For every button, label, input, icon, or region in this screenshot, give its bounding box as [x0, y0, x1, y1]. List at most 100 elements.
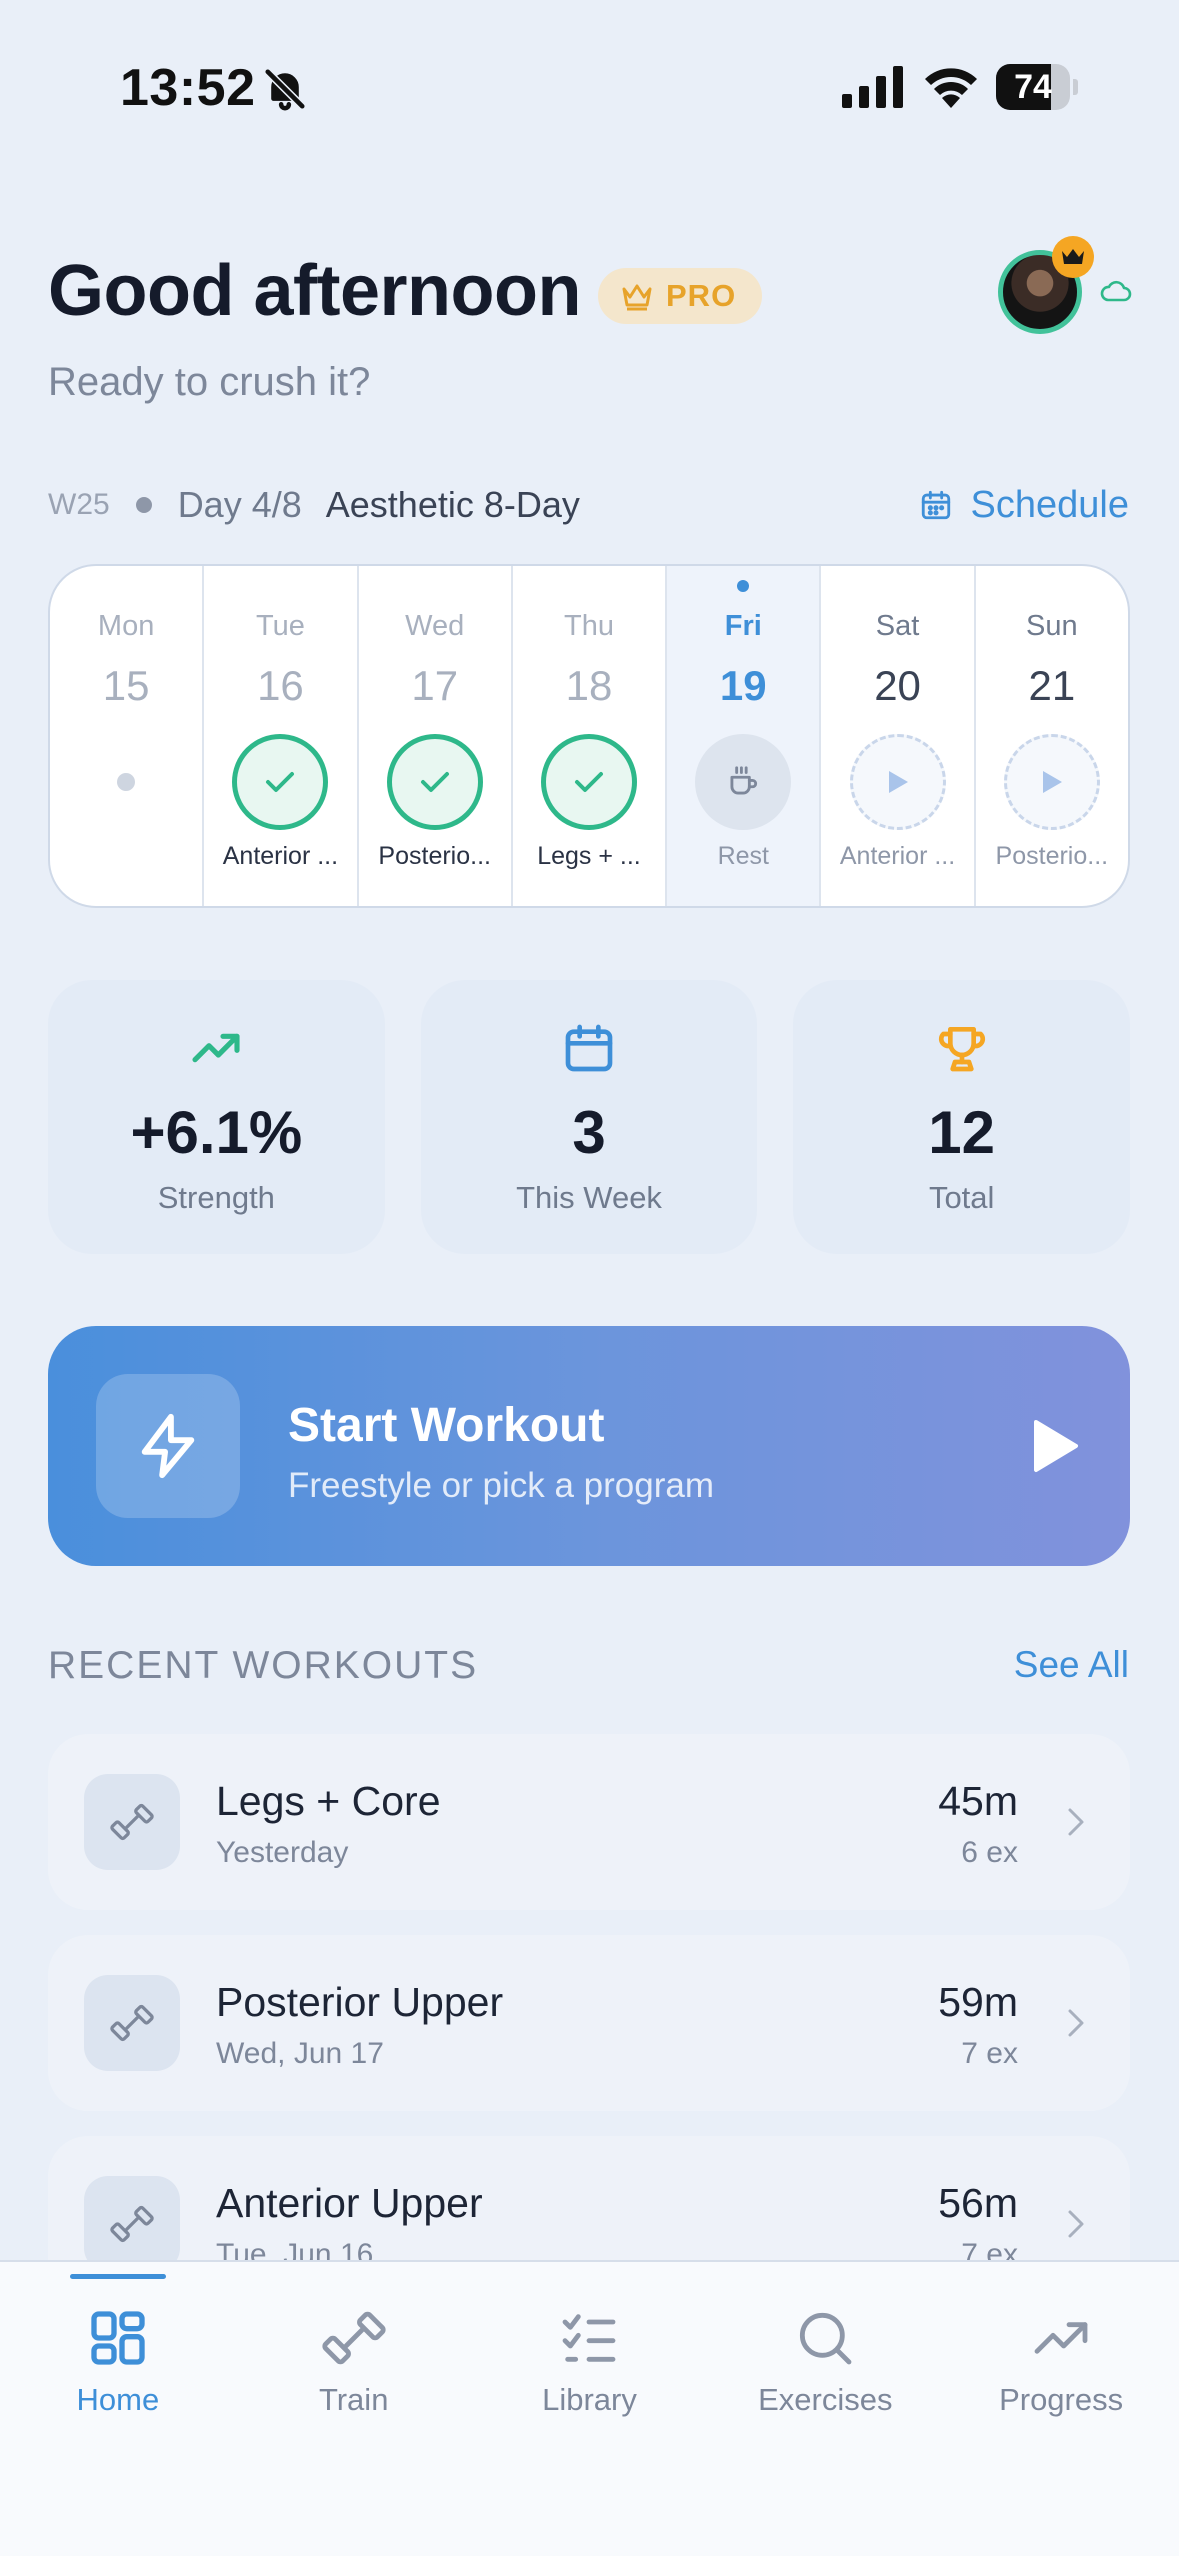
pro-badge[interactable]: PRO: [598, 268, 763, 324]
day-name: Mon: [97, 610, 155, 642]
stat-card-this-week[interactable]: 3 This Week: [420, 980, 758, 1254]
cellular-signal-icon: [842, 66, 903, 108]
chevron-right-icon: [1068, 1808, 1084, 1836]
day-date: 16: [257, 662, 304, 709]
greeting-subtitle: Ready to crush it?: [48, 360, 371, 404]
workout-duration: 45m: [938, 1778, 1018, 1824]
tab-progress[interactable]: Progress: [943, 2262, 1179, 2556]
cloud-sync-icon[interactable]: [1100, 278, 1132, 304]
play-icon: [1003, 734, 1100, 830]
recent-workouts-list: Legs + Core Yesterday 45m 6 ex Posterior…: [48, 1734, 1130, 2337]
week-label: W25: [48, 488, 110, 521]
list-item[interactable]: Posterior Upper Wed, Jun 17 59m 7 ex: [48, 1935, 1130, 2111]
bolt-icon: [96, 1374, 240, 1518]
day-workout-label: Legs + ...: [537, 842, 641, 870]
tab-bar: Home Train Library Exercises Progress: [0, 2260, 1179, 2556]
stat-label: This Week: [516, 1180, 662, 1215]
empty-day-dot: [117, 773, 136, 791]
stats-row: +6.1% Strength 3 This Week 12 Total: [48, 980, 1131, 1254]
checklist-icon: [563, 2314, 616, 2362]
workout-duration: 56m: [938, 2180, 1018, 2226]
day-name: Fri: [724, 610, 762, 642]
stat-label: Strength: [157, 1180, 275, 1215]
day-thu[interactable]: Thu 18 Legs + ...: [513, 566, 668, 906]
trending-up-icon: [192, 1033, 240, 1063]
day-workout-label: Anterior ...: [222, 842, 339, 870]
stat-card-total[interactable]: 12 Total: [793, 980, 1131, 1254]
tab-label: Home: [76, 2382, 160, 2417]
day-sun[interactable]: Sun 21 Posterio...: [976, 566, 1128, 906]
list-item[interactable]: Legs + Core Yesterday 45m 6 ex: [48, 1734, 1130, 1910]
stat-value: 3: [572, 1099, 606, 1166]
day-date: 20: [874, 662, 921, 709]
start-workout-button[interactable]: Start Workout Freestyle or pick a progra…: [48, 1326, 1130, 1566]
stat-card-strength[interactable]: +6.1% Strength: [48, 980, 385, 1254]
workout-name: Legs + Core: [216, 1778, 441, 1824]
completed-check-icon: [386, 734, 483, 830]
tab-label: Progress: [999, 2382, 1124, 2417]
workout-exercise-count: 6 ex: [961, 1836, 1018, 1869]
status-time: 13:52: [120, 59, 256, 117]
tab-train[interactable]: Train: [236, 2262, 472, 2556]
day-workout-label: Rest: [717, 842, 769, 870]
pro-badge-label: PRO: [666, 278, 737, 313]
completed-check-icon: [540, 734, 637, 830]
tab-label: Exercises: [758, 2382, 893, 2417]
day-mon[interactable]: Mon 15: [50, 566, 205, 906]
day-date: 19: [719, 662, 767, 709]
day-workout-label: Posterio...: [378, 842, 491, 870]
program-name: Aesthetic 8-Day: [325, 484, 580, 525]
greeting-title: Good afternoon: [48, 251, 581, 331]
home-grid-icon: [91, 2311, 145, 2365]
day-workout-label: Anterior ...: [839, 842, 956, 870]
tab-exercises[interactable]: Exercises: [707, 2262, 943, 2556]
day-date: 18: [565, 662, 613, 709]
recent-workouts-heading: RECENT WORKOUTS: [48, 1644, 479, 1687]
day-wed[interactable]: Wed 17 Posterio...: [359, 566, 513, 906]
workout-name: Posterior Upper: [216, 1979, 504, 2025]
day-workout-label: Posterio...: [995, 842, 1109, 870]
trophy-icon: [938, 1027, 985, 1072]
wifi-icon: [925, 68, 977, 108]
week-strip: Mon 15 Tue 16 Anterior ... Wed 17 Poster…: [48, 564, 1130, 908]
workout-date: Wed, Jun 17: [216, 2037, 384, 2070]
stat-value: 12: [928, 1099, 996, 1166]
start-workout-title: Start Workout: [288, 1399, 605, 1452]
day-date: 17: [411, 662, 459, 709]
workout-date: Yesterday: [216, 1836, 349, 1869]
workout-exercise-count: 7 ex: [961, 2037, 1018, 2070]
stat-value: +6.1%: [130, 1099, 303, 1166]
day-name: Wed: [405, 610, 465, 642]
completed-check-icon: [232, 734, 329, 830]
workout-duration: 59m: [938, 1979, 1018, 2025]
day-name: Sat: [875, 610, 920, 642]
schedule-button[interactable]: Schedule: [919, 478, 1129, 532]
bell-off-icon: [263, 67, 307, 111]
today-indicator: [737, 580, 750, 592]
day-name: Tue: [255, 610, 305, 642]
dumbbell-icon: [84, 1975, 180, 2071]
coffee-cup-icon: [695, 734, 792, 830]
tab-home[interactable]: Home: [0, 2262, 236, 2556]
status-bar: 13:52 74: [0, 0, 1179, 170]
workout-name: Anterior Upper: [216, 2180, 483, 2226]
day-tue[interactable]: Tue 16 Anterior ...: [204, 566, 359, 906]
tab-library[interactable]: Library: [472, 2262, 708, 2556]
active-tab-indicator: [69, 2274, 166, 2279]
dumbbell-icon: [84, 2176, 180, 2272]
calendar-icon: [921, 490, 950, 520]
avatar-crown-icon: [1052, 236, 1094, 278]
battery-indicator: 74: [996, 64, 1078, 110]
day-date: 21: [1028, 662, 1076, 709]
crown-icon: [622, 284, 652, 311]
day-sat[interactable]: Sat 20 Anterior ...: [821, 566, 976, 906]
stat-label: Total: [928, 1180, 995, 1215]
see-all-link[interactable]: See All: [1014, 1644, 1129, 1686]
battery-percent: 74: [1014, 68, 1052, 106]
day-fri[interactable]: Fri 19 Rest: [667, 566, 822, 906]
dumbbell-icon: [322, 2311, 386, 2365]
start-workout-subtitle: Freestyle or pick a program: [288, 1466, 714, 1505]
chevron-right-icon: [1068, 2210, 1084, 2238]
schedule-label: Schedule: [970, 483, 1129, 526]
day-date: 15: [102, 662, 150, 709]
